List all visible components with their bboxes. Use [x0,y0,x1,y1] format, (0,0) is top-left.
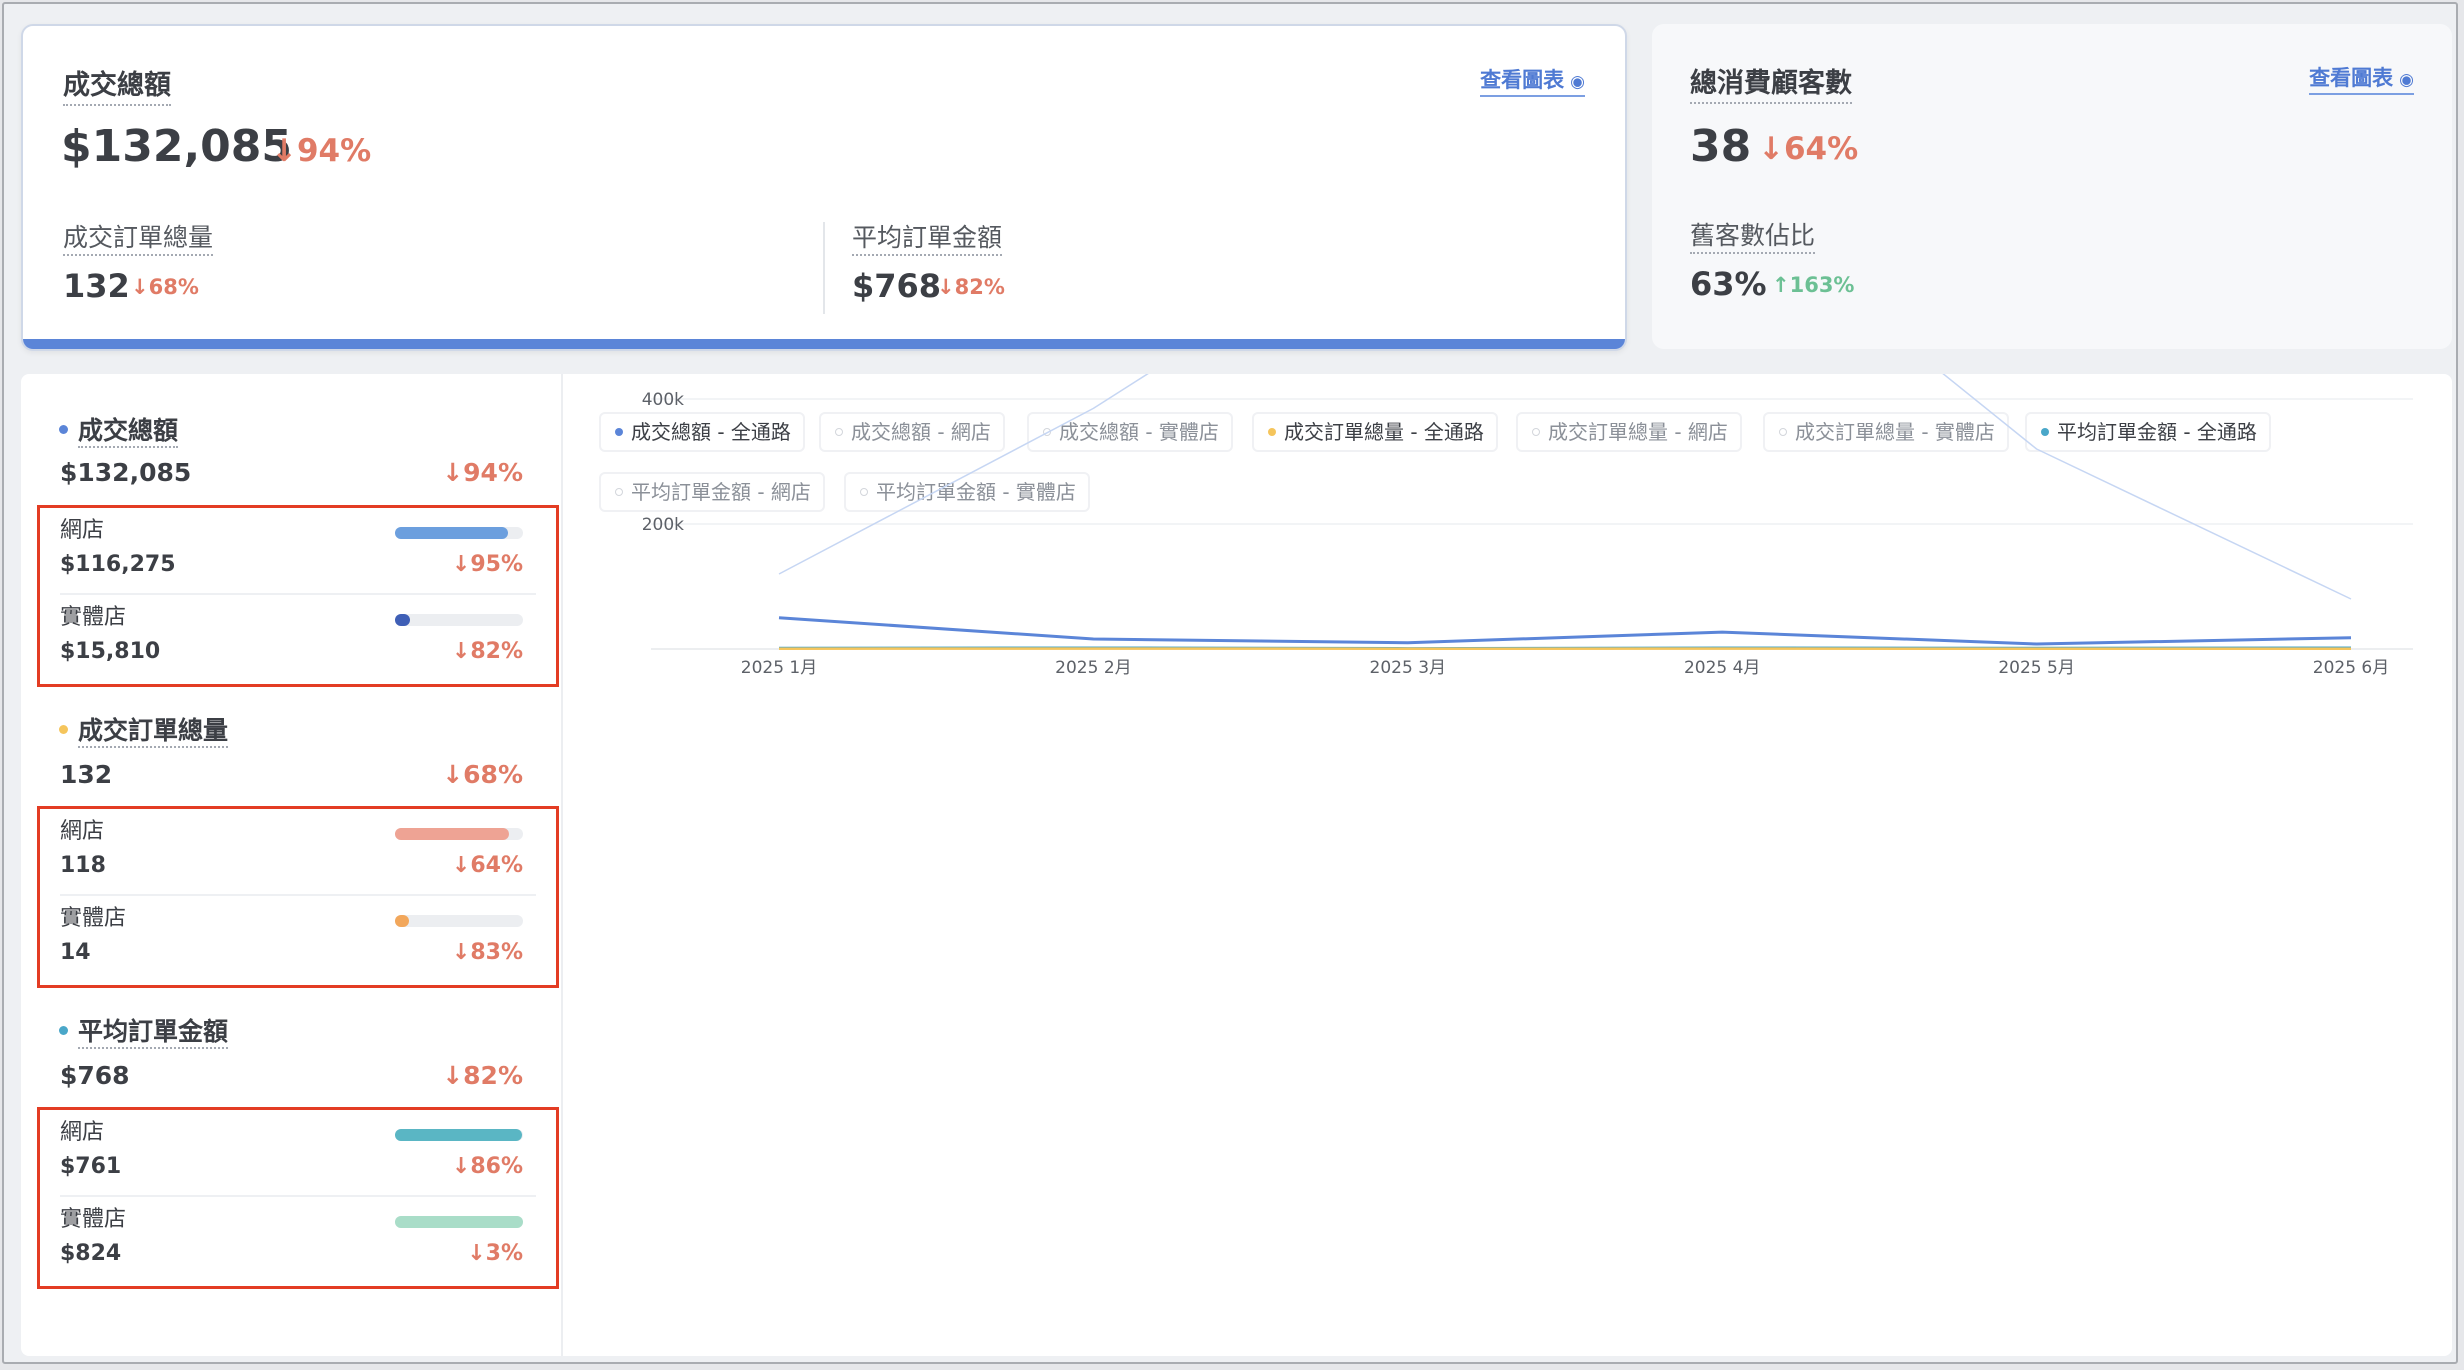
kpi-card-customers[interactable]: 總消費顧客數 查看圖表 ◉ 38 ↓64% 舊客數佔比 63% ↑163% [1652,24,2452,349]
kpi-change: ↓94% [271,133,372,169]
y-tick-label: 200k [642,515,684,535]
row-value: $824 [60,1241,122,1266]
view-chart-link[interactable]: 查看圖表 ◉ [1480,68,1585,98]
series-line-0 [778,374,2352,600]
trend-panel: 成交總額 $132,085 ↓94% 網店 $116,275 ↓95% 實體店 … [21,374,2452,1356]
breakdown-box: 網店 $116,275 ↓95% 實體店 $15,810 ↓82% [37,505,559,687]
x-tick-label: 2025 3月 [1370,658,1446,678]
breakdown-row-online: 網店 118 ↓64% [60,809,536,896]
row-label: 實體店 [60,605,127,630]
group-title-sales: 成交總額 [59,416,179,448]
view-chart-label: 查看圖表 [2309,66,2394,90]
share-bar-fill [395,1216,523,1228]
group-title-orders: 成交訂單總量 [59,716,229,748]
group-value: $768 [60,1061,130,1090]
line-chart-svg: 200k400k600k2025 1月2025 2月2025 3月2025 4月… [642,374,2413,678]
group-title-label: 平均訂單金額 [78,1017,229,1049]
metric-value-returning: 63% [1690,265,1767,303]
row-value: 14 [60,940,91,965]
metric-change-returning: ↑163% [1772,273,1855,297]
row-change: ↓95% [451,552,523,577]
breakdown-box: 網店 118 ↓64% 實體店 14 ↓83% [37,806,559,988]
share-bar [395,1216,523,1228]
row-value: $15,810 [60,639,161,664]
group-value: $132,085 [60,458,192,487]
row-value: $761 [60,1154,122,1179]
share-bar-fill [395,828,509,840]
group-title-label: 成交訂單總量 [78,716,229,748]
share-bar [395,1129,523,1141]
row-value: 118 [60,853,106,878]
kpi-value: 38 [1690,121,1752,172]
kpi-value: $132,085 [61,121,293,172]
x-tick-label: 2025 6月 [2313,658,2389,678]
share-bar [395,614,523,626]
series-dot-icon [59,1025,68,1035]
kpi-change: ↓64% [1758,131,1859,167]
row-label: 實體店 [60,1207,127,1232]
metric-change-aov: ↓82% [937,275,1005,299]
group-change: ↓94% [442,458,523,487]
window-frame: 成交總額 查看圖表 ◉ $132,085 ↓94% 成交訂單總量 132 ↓68%… [2,2,2458,1364]
x-tick-label: 2025 2月 [1055,658,1131,678]
eye-icon: ◉ [1570,72,1585,92]
metric-label-aov: 平均訂單金額 [852,223,1003,256]
row-change: ↓3% [467,1241,523,1266]
metric-label-orders: 成交訂單總量 [63,223,214,256]
kpi-title: 總消費顧客數 [1690,68,1852,105]
row-label: 網店 [60,1120,105,1145]
view-chart-link[interactable]: 查看圖表 ◉ [2309,66,2414,96]
x-tick-label: 2025 5月 [1998,658,2074,678]
breakdown-row-store: 實體店 14 ↓83% [60,896,536,980]
row-label: 實體店 [60,906,127,931]
group-value: 132 [60,760,113,789]
row-change: ↓83% [451,940,523,965]
kpi-card-sales[interactable]: 成交總額 查看圖表 ◉ $132,085 ↓94% 成交訂單總量 132 ↓68%… [21,24,1627,351]
breakdown-row-store: 實體店 $15,810 ↓82% [60,595,536,679]
view-chart-label: 查看圖表 [1480,68,1565,92]
breakdown-box: 網店 $761 ↓86% 實體店 $824 ↓3% [37,1107,559,1289]
eye-icon: ◉ [2399,70,2414,90]
row-change: ↓64% [451,853,523,878]
metric-change-orders: ↓68% [131,275,199,299]
metric-value-orders: 132 [63,267,130,305]
row-change: ↓86% [451,1154,523,1179]
series-dot-icon [59,424,68,434]
row-label: 網店 [60,518,105,543]
series-dot-icon [59,724,68,734]
group-title-aov: 平均訂單金額 [59,1017,229,1049]
breakdown-row-store: 實體店 $824 ↓3% [60,1197,536,1281]
group-title-label: 成交總額 [78,416,179,448]
row-label: 網店 [60,819,105,844]
x-tick-label: 2025 1月 [741,658,817,678]
share-bar-fill [395,527,508,539]
row-value: $116,275 [60,552,176,577]
share-bar [395,527,523,539]
share-bar-fill [395,915,410,927]
share-bar [395,828,523,840]
share-bar-fill [395,1129,522,1141]
row-change: ↓82% [451,639,523,664]
divider [823,222,825,314]
share-bar [395,915,523,927]
group-change: ↓82% [442,1061,523,1090]
x-tick-label: 2025 4月 [1684,658,1760,678]
series-line-1 [778,616,2352,646]
breakdown-row-online: 網店 $761 ↓86% [60,1110,536,1197]
y-tick-label: 400k [642,390,684,410]
kpi-title: 成交總額 [63,70,171,107]
group-change: ↓68% [442,760,523,789]
share-bar-fill [395,614,411,626]
metric-value-aov: $768 [852,267,942,305]
metrics-sidebar: 成交總額 $132,085 ↓94% 網店 $116,275 ↓95% 實體店 … [21,374,563,1356]
metric-label-returning: 舊客數佔比 [1690,221,1816,254]
trend-chart: 成交總額 - 全通路 成交總額 - 網店 成交總額 - 實體店 成交訂單總量 -… [561,374,2452,1356]
breakdown-row-online: 網店 $116,275 ↓95% [60,508,536,595]
